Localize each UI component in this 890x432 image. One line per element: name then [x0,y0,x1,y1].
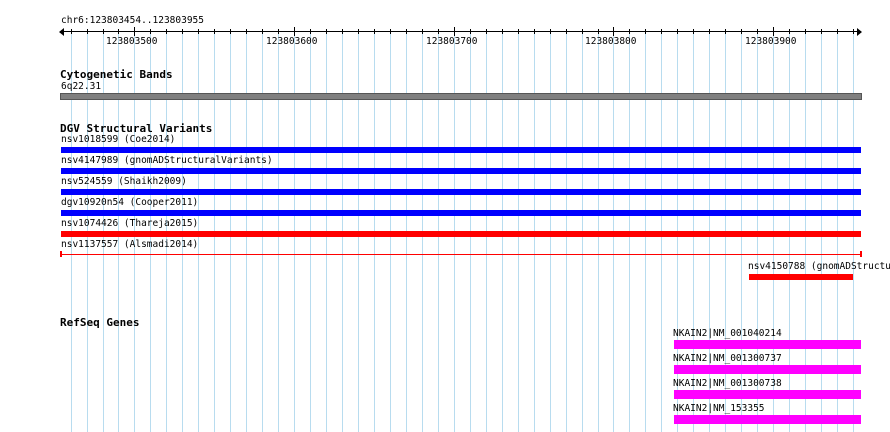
ruler-major-tick [454,27,455,36]
dgv-feature-label: nsv1137557 (Alsmadi2014) [61,239,199,250]
dgv-feature-label: nsv4150788 (gnomADStructu [748,261,890,272]
ruler-minor-tick [438,29,439,34]
ruler-minor-tick [470,29,471,34]
ruler-tick-label: 123803800 [585,36,637,47]
ruler-minor-tick [342,29,343,34]
location-label: chr6:123803454..123803955 [61,15,204,26]
ruler-major-tick [294,27,295,36]
ruler-tick-label: 123803900 [745,36,797,47]
ruler-minor-tick [262,29,263,34]
refseq-gene-label: NKAIN2|NM_153355 [673,403,765,414]
dgv-feature-bar[interactable] [61,189,861,195]
dgv-feature-bar[interactable] [61,210,861,216]
ruler-minor-tick [326,29,327,34]
ruler-minor-tick [741,29,742,34]
ruler-minor-tick [310,29,311,34]
genome-browser-canvas: chr6:123803454..123803955 123803500 12380… [0,0,890,432]
cytoband-bar[interactable] [60,93,862,100]
ruler-major-tick [773,27,774,36]
refseq-gene-bar[interactable] [674,390,861,399]
ruler-minor-tick [150,29,151,34]
ruler-minor-tick [502,29,503,34]
ruler-minor-tick [166,29,167,34]
ruler-tick-label: 123803500 [106,36,158,47]
ruler-minor-tick [789,29,790,34]
ruler-minor-tick [103,29,104,34]
dgv-feature-label: nsv1018599 (Coe2014) [61,134,176,145]
ruler-minor-tick [645,29,646,34]
dgv-feature-endcap [60,251,62,257]
ruler-minor-tick [837,29,838,34]
ruler-minor-tick [358,29,359,34]
ruler-minor-tick [246,29,247,34]
refseq-gene-label: NKAIN2|NM_001040214 [673,328,782,339]
ruler-minor-tick [198,29,199,34]
ruler-minor-tick [406,29,407,34]
dgv-feature-endcap [860,251,862,257]
ruler-minor-tick [725,29,726,34]
ruler-minor-tick [566,29,567,34]
ruler-minor-tick [661,29,662,34]
dgv-feature-bar[interactable] [61,168,861,174]
ruler-minor-tick [821,29,822,34]
ruler-minor-tick [709,29,710,34]
ruler-minor-tick [677,29,678,34]
refseq-gene-bar[interactable] [674,415,861,424]
ruler-major-tick [134,27,135,36]
ruler-minor-tick [518,29,519,34]
scroll-left-arrow-icon[interactable] [59,28,64,36]
dgv-feature-bar[interactable] [61,231,861,237]
scroll-right-arrow-icon[interactable] [857,28,862,36]
ruler-major-tick [613,27,614,36]
ruler-minor-tick [598,29,599,34]
ruler-minor-tick [805,29,806,34]
ruler-minor-tick [534,29,535,34]
ruler-tick-label: 123803600 [266,36,318,47]
ruler-minor-tick [422,29,423,34]
ruler-minor-tick [214,29,215,34]
ruler-minor-tick [582,29,583,34]
cytoband-track-title: Cytogenetic Bands [60,68,173,81]
cytoband-label: 6q22.31 [61,81,102,92]
dgv-feature-bar[interactable] [61,147,861,153]
ruler-minor-tick [374,29,375,34]
dgv-feature-label: nsv1074426 (Thareja2015) [61,218,199,229]
ruler-minor-tick [390,29,391,34]
refseq-gene-label: NKAIN2|NM_001300738 [673,378,782,389]
ruler-minor-tick [182,29,183,34]
ruler-minor-tick [629,29,630,34]
dgv-feature-label: nsv524559 (Shaikh2009) [61,176,187,187]
dgv-feature-label: dgv10920n54 (Cooper2011) [61,197,199,208]
ruler-minor-tick [486,29,487,34]
dgv-feature-bar[interactable] [61,254,861,255]
ruler-minor-tick [87,29,88,34]
refseq-track-title: RefSeq Genes [60,316,140,329]
refseq-gene-label: NKAIN2|NM_001300737 [673,353,782,364]
ruler-minor-tick [230,29,231,34]
ruler-minor-tick [853,29,854,34]
ruler-minor-tick [71,29,72,34]
dgv-feature-bar[interactable] [749,274,853,280]
refseq-gene-bar[interactable] [674,340,861,349]
dgv-feature-label: nsv4147989 (gnomADStructuralVariants) [61,155,273,166]
ruler-minor-tick [118,29,119,34]
ruler-minor-tick [278,29,279,34]
refseq-gene-bar[interactable] [674,365,861,374]
ruler-minor-tick [550,29,551,34]
ruler-tick-label: 123803700 [426,36,478,47]
ruler-minor-tick [693,29,694,34]
ruler-minor-tick [757,29,758,34]
